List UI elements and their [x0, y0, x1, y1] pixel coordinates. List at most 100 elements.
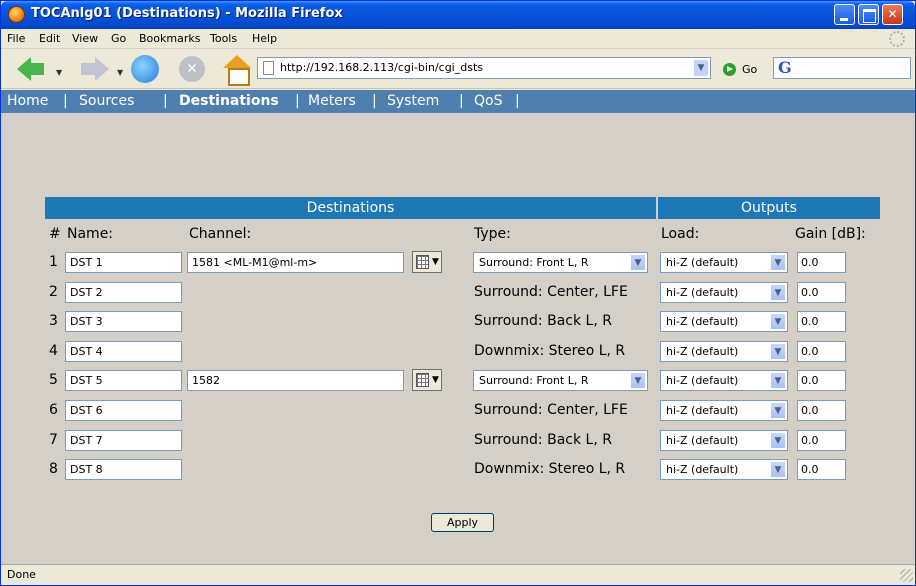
chevron-down-icon[interactable]: ▼: [770, 461, 786, 478]
load-select[interactable]: hi-Z (default) ▼: [660, 400, 788, 421]
load-select-value: hi-Z (default): [666, 315, 739, 328]
reload-icon[interactable]: [131, 55, 159, 83]
type-select-value: Surround: Front L, R: [479, 374, 589, 387]
gain-field[interactable]: 0.0: [797, 400, 846, 421]
load-select-value: hi-Z (default): [666, 463, 739, 476]
chevron-down-icon[interactable]: ▼: [770, 372, 786, 389]
load-select[interactable]: hi-Z (default) ▼: [660, 370, 788, 391]
url-dropdown-chevron-icon[interactable]: ▼: [693, 59, 709, 77]
chevron-down-icon[interactable]: ▼: [770, 284, 786, 301]
name-field[interactable]: DST 6: [65, 400, 182, 421]
chevron-down-icon[interactable]: ▼: [770, 313, 786, 330]
name-field[interactable]: DST 4: [65, 341, 182, 362]
gain-field[interactable]: 0.0: [797, 252, 846, 273]
name-field[interactable]: DST 2: [65, 282, 182, 303]
search-input[interactable]: G: [773, 57, 911, 79]
channel-picker-icon: [416, 255, 429, 269]
menu-help[interactable]: Help: [252, 32, 277, 45]
chevron-down-icon[interactable]: ▼: [770, 432, 786, 449]
site-nav: Home | Sources | Destinations | Meters |…: [1, 90, 915, 113]
nav-system[interactable]: System: [387, 93, 439, 109]
row-number: 3: [49, 313, 58, 329]
page-content: Home | Sources | Destinations | Meters |…: [1, 90, 915, 564]
resize-grip-icon[interactable]: [900, 569, 913, 582]
status-text: Done: [7, 568, 36, 581]
maximize-button[interactable]: [858, 4, 879, 25]
row-number: 5: [49, 372, 58, 388]
menu-bookmarks[interactable]: Bookmarks: [139, 32, 200, 45]
close-button[interactable]: ✕: [882, 4, 903, 25]
go-icon[interactable]: [723, 63, 736, 76]
channel-field[interactable]: 1581 <ML-M1@ml-m>: [187, 252, 404, 273]
type-select[interactable]: Surround: Front L, R ▼: [473, 252, 648, 273]
destinations-section-header: Destinations: [45, 197, 656, 219]
apply-button[interactable]: Apply: [431, 513, 494, 532]
load-select[interactable]: hi-Z (default) ▼: [660, 252, 788, 273]
type-select[interactable]: Surround: Front L, R ▼: [473, 370, 648, 391]
type-label: Surround: Back L, R: [474, 313, 612, 329]
nav-separator: |: [515, 93, 520, 109]
load-select[interactable]: hi-Z (default) ▼: [660, 430, 788, 451]
load-select[interactable]: hi-Z (default) ▼: [660, 311, 788, 332]
name-field[interactable]: DST 8: [65, 459, 182, 480]
chevron-down-icon[interactable]: ▼: [630, 254, 646, 271]
menu-view[interactable]: View: [72, 32, 98, 45]
nav-destinations[interactable]: Destinations: [179, 93, 279, 109]
row-number: 2: [49, 284, 58, 300]
channel-field[interactable]: 1582: [187, 370, 404, 391]
chevron-down-icon[interactable]: ▼: [630, 372, 646, 389]
chevron-down-icon[interactable]: ▼: [770, 402, 786, 419]
nav-separator: |: [63, 93, 68, 109]
col-header-num: #: [49, 226, 61, 242]
gain-field[interactable]: 0.0: [797, 370, 846, 391]
minimize-button[interactable]: [834, 4, 855, 25]
nav-qos[interactable]: QoS: [474, 93, 502, 109]
col-header-type: Type:: [474, 226, 511, 242]
load-select[interactable]: hi-Z (default) ▼: [660, 341, 788, 362]
channel-picker-button[interactable]: ▼: [412, 369, 442, 391]
google-icon[interactable]: G: [778, 58, 792, 77]
chevron-down-icon[interactable]: ▼: [770, 343, 786, 360]
type-label: Surround: Center, LFE: [474, 284, 628, 300]
menu-file[interactable]: File: [7, 32, 25, 45]
load-select[interactable]: hi-Z (default) ▼: [660, 282, 788, 303]
gain-field[interactable]: 0.0: [797, 430, 846, 451]
gain-field[interactable]: 0.0: [797, 459, 846, 480]
url-text[interactable]: http://192.168.2.113/cgi-bin/cgi_dsts: [280, 61, 483, 74]
forward-history-chevron-icon[interactable]: ▼: [117, 68, 123, 77]
back-history-chevron-icon[interactable]: ▼: [56, 68, 62, 77]
chevron-down-icon: ▼: [432, 375, 439, 385]
back-arrow-icon[interactable]: [17, 55, 45, 83]
nav-meters[interactable]: Meters: [308, 93, 356, 109]
chevron-down-icon[interactable]: ▼: [770, 254, 786, 271]
gain-field[interactable]: 0.0: [797, 282, 846, 303]
nav-sources[interactable]: Sources: [79, 93, 134, 109]
row-number: 8: [49, 461, 58, 477]
gain-field[interactable]: 0.0: [797, 311, 846, 332]
name-field[interactable]: DST 5: [65, 370, 182, 391]
url-bar[interactable]: http://192.168.2.113/cgi-bin/cgi_dsts ▼: [257, 57, 711, 79]
name-field[interactable]: DST 3: [65, 311, 182, 332]
nav-separator: |: [372, 93, 377, 109]
gain-field[interactable]: 0.0: [797, 341, 846, 362]
type-label: Downmix: Stereo L, R: [474, 461, 626, 477]
load-select-value: hi-Z (default): [666, 256, 739, 269]
go-button-label[interactable]: Go: [742, 63, 757, 76]
channel-picker-button[interactable]: ▼: [412, 251, 442, 273]
name-field[interactable]: DST 7: [65, 430, 182, 451]
col-header-name: Name:: [67, 226, 114, 242]
load-select[interactable]: hi-Z (default) ▼: [660, 459, 788, 480]
menu-go[interactable]: Go: [111, 32, 126, 45]
name-field[interactable]: DST 1: [65, 252, 182, 273]
outputs-section-header: Outputs: [658, 197, 880, 219]
chevron-down-icon: ▼: [432, 257, 439, 267]
nav-separator: |: [295, 93, 300, 109]
type-label: Surround: Back L, R: [474, 432, 612, 448]
home-icon[interactable]: [223, 55, 251, 86]
menu-tools[interactable]: Tools: [210, 32, 237, 45]
forward-arrow-icon[interactable]: [81, 55, 109, 83]
stop-icon[interactable]: ✕: [179, 56, 205, 82]
col-header-gain: Gain [dB]:: [795, 226, 866, 242]
nav-home[interactable]: Home: [7, 93, 48, 109]
menu-edit[interactable]: Edit: [39, 32, 60, 45]
